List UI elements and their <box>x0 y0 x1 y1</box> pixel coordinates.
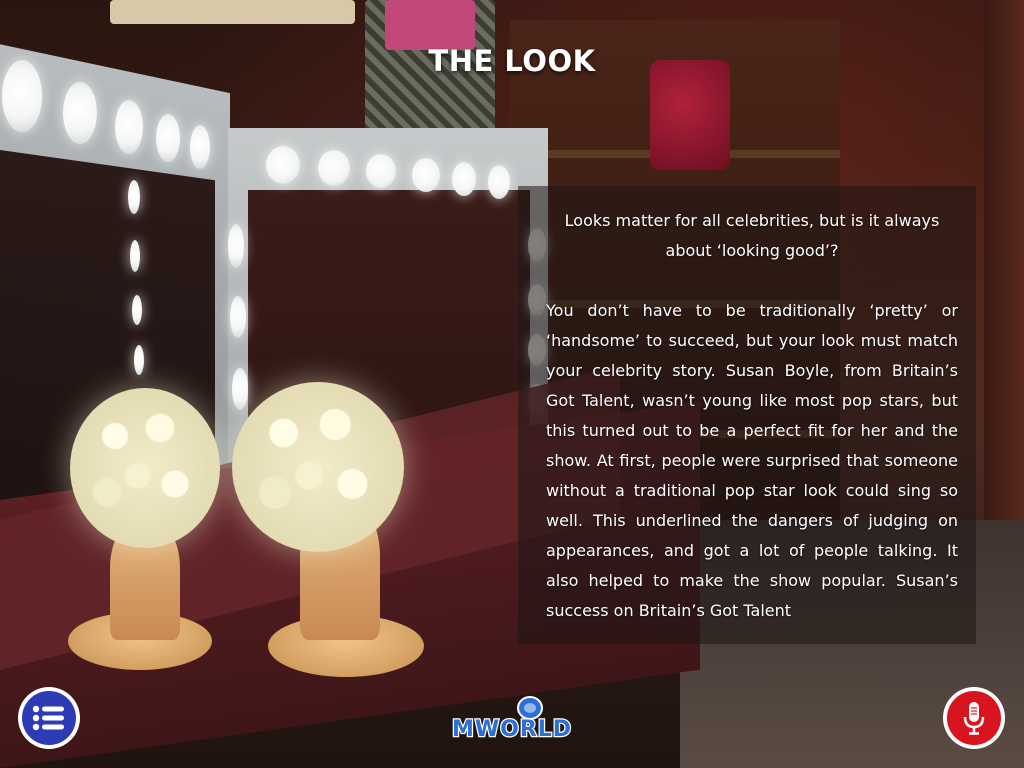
mirror-bulb <box>318 150 350 186</box>
page-title: THE LOOK <box>428 44 596 78</box>
menu-button[interactable] <box>18 687 80 749</box>
mirror-bulb <box>488 165 510 199</box>
app-screen: THE LOOK Looks matter for all celebritie… <box>0 0 1024 768</box>
mirror-bulb <box>230 296 246 338</box>
logo-text: MWORLD <box>452 717 572 742</box>
mirror-bulb <box>366 154 396 188</box>
blonde-wig <box>232 382 404 552</box>
body-text: You don’t have to be traditionally ‘pret… <box>546 301 958 620</box>
mirror-bulb <box>156 114 180 162</box>
mirror-bulb <box>228 224 244 268</box>
mirror-bulb <box>128 180 140 214</box>
microphone-button[interactable] <box>943 687 1005 749</box>
text-panel-content: Looks matter for all celebrities, but is… <box>546 206 958 626</box>
mirror-bulb <box>132 295 142 325</box>
mirror-bulb <box>232 368 248 410</box>
mirror-bulb <box>134 345 144 375</box>
blonde-wig <box>70 388 220 548</box>
mirror-bulb <box>190 125 210 169</box>
microphone-button-face <box>947 691 1001 745</box>
background-hanging-garment <box>110 0 355 24</box>
background-hanging-garment <box>385 0 475 50</box>
mworld-logo: MWORLD <box>451 696 572 743</box>
mirror-bulb <box>130 240 140 272</box>
mirror-bulb <box>266 146 300 184</box>
mirror-bulb <box>452 162 476 196</box>
menu-button-face <box>22 691 76 745</box>
mirror-bulb <box>63 82 97 144</box>
intro-text: Looks matter for all celebrities, but is… <box>564 211 940 260</box>
mirror-bulb <box>115 100 143 154</box>
microphone-icon <box>963 702 985 735</box>
mirror-bulb <box>412 158 440 192</box>
list-menu-icon <box>32 705 64 731</box>
